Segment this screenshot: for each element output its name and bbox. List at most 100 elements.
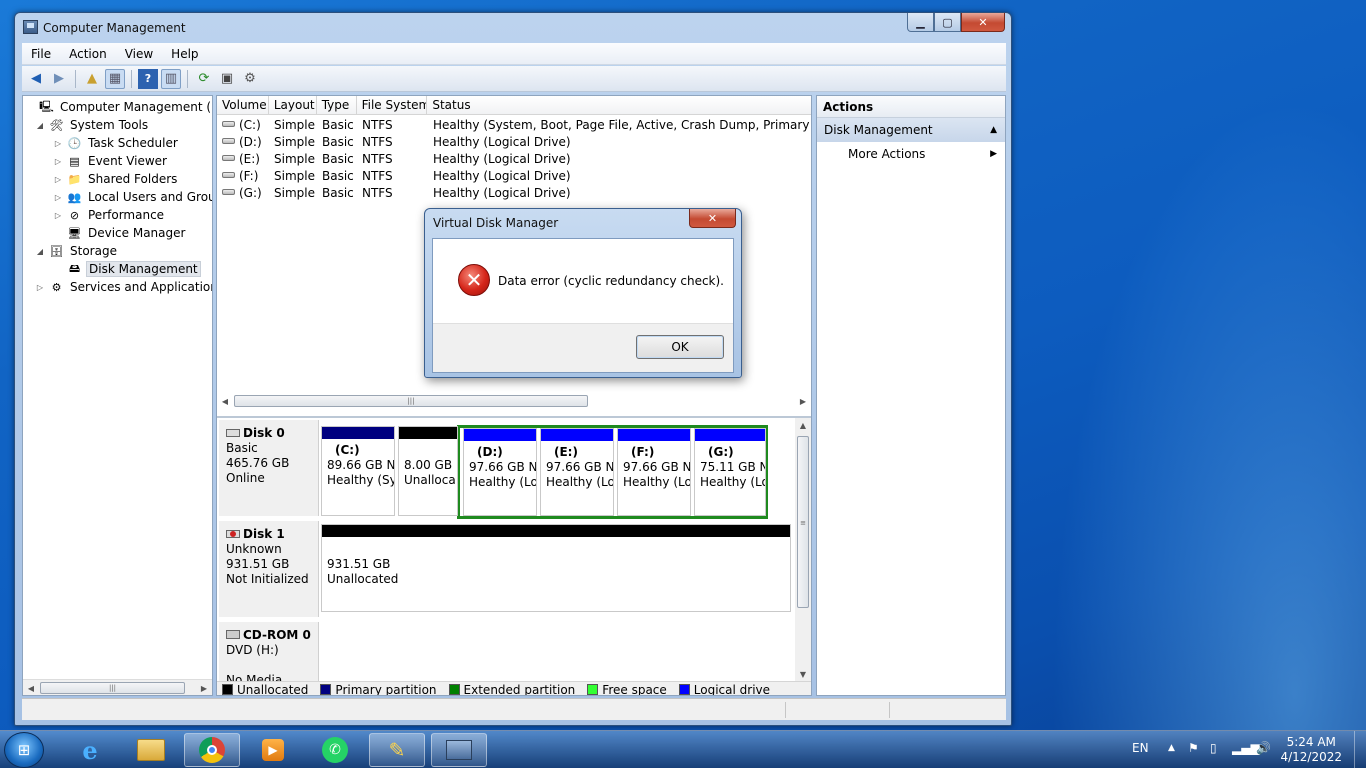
scroll-left-arrow-icon[interactable]: ◀ [217,393,233,409]
action-center-flag-icon[interactable]: ⚑ [1188,741,1199,755]
tree-item-local-users-and-groups[interactable]: ▷ 👥 Local Users and Groups [53,188,212,206]
scrollbar-thumb[interactable]: ||| [40,682,185,694]
scroll-up-arrow-icon[interactable]: ▲ [795,418,811,434]
expand-icon[interactable]: ▷ [53,139,63,148]
tree-item-task-scheduler[interactable]: ▷ 🕒 Task Scheduler [53,134,180,152]
volume-icon[interactable]: 🔊 [1256,741,1271,755]
tree-item-computer-management-local[interactable]: 🖳 Computer Management (Local [25,98,212,116]
disk-0-label[interactable]: Disk 0 Basic 465.76 GB Online [219,420,319,516]
column-header-type[interactable]: Type [317,96,357,114]
volume-cell-layout: Simple [269,117,317,134]
dialog-title: Virtual Disk Manager [433,216,559,230]
show-hide-tree-icon[interactable]: ▦ [105,68,125,89]
disk-0-partition-e[interactable]: (E:)97.66 GB NTHealthy (Lo [540,428,614,516]
disk-0-partition-f[interactable]: (F:)97.66 GB NTHealthy (Lo [617,428,691,516]
disk-0-partition-c[interactable]: (C:)89.66 GB NTHealthy (Sy [321,426,395,516]
disk-view-vertical-scrollbar[interactable]: ▲ ≡ ▼ [795,418,811,683]
taskbar: ⊞ e ▶ ✆ ✎ EN ▲ ⚑ ▯ ▂▄▆ 🔊 5:24 AM 4/12/20… [0,730,1366,768]
refresh-icon[interactable]: ⟳ [194,69,214,89]
menu-help[interactable]: Help [162,47,207,61]
scrollbar-thumb[interactable]: ≡ [797,436,809,608]
forward-arrow-icon[interactable]: ▶ [49,69,69,89]
disk-1-unallocated-partition[interactable]: 931.51 GB Unallocated [321,524,791,612]
menu-view[interactable]: View [116,47,162,61]
volume-row[interactable]: (G:) Simple Basic NTFS Healthy (Logical Driv… [217,185,811,202]
volume-cell-status: Healthy (System, Boot, Page File, Active… [428,117,811,134]
volume-row[interactable]: (F:) Simple Basic NTFS Healthy (Logical Driv… [217,168,811,185]
up-folder-icon[interactable]: ▲ [82,69,102,89]
title-bar[interactable]: Computer Management ▁ ▢ ✕ [15,13,1011,41]
show-desktop-button[interactable] [1354,731,1366,768]
dialog-close-button[interactable]: ✕ [689,209,736,228]
safely-remove-hardware-icon[interactable]: ▯ [1210,741,1217,755]
help-icon[interactable]: ? [138,68,158,89]
taskbar-media-player[interactable]: ▶ [245,733,301,767]
volume-cell-file-system: NTFS [357,168,428,185]
volume-row[interactable]: (D:) Simple Basic NTFS Healthy (Logical Driv… [217,134,811,151]
start-button[interactable]: ⊞ [4,732,44,768]
column-header-volume[interactable]: Volume [217,96,269,114]
clock[interactable]: 5:24 AM 4/12/2022 [1280,735,1342,765]
scroll-right-arrow-icon[interactable]: ▶ [795,393,811,409]
volume-row[interactable]: (C:) Simple Basic NTFS Healthy (System, Boot… [217,117,811,134]
volume-cell-file-system: NTFS [357,134,428,151]
column-header-layout[interactable]: Layout [269,96,317,114]
taskbar-computer-management[interactable] [431,733,487,767]
scrollbar-thumb[interactable]: ||| [234,395,588,407]
tree-item-shared-folders[interactable]: ▷ 📁 Shared Folders [53,170,179,188]
collapse-icon[interactable]: ◢ [35,247,45,256]
tree-item-device-manager[interactable]: 🖥 Device Manager [53,224,187,242]
expand-icon[interactable]: ▷ [53,211,63,220]
collapse-up-icon[interactable]: ▲ [990,118,997,142]
disk-0-partition-unallocated[interactable]: 8.00 GB Unalloca [398,426,458,516]
tree-item-disk-management[interactable]: 🖴 Disk Management [53,260,201,278]
tree-item-system-tools[interactable]: ◢ 🛠 System Tools [35,116,150,134]
menu-action[interactable]: Action [60,47,116,61]
dialog-button-bar: OK [433,323,733,372]
column-header-status[interactable]: Status [427,96,811,114]
taskbar-file-explorer[interactable] [123,733,179,767]
actions-section-disk-management[interactable]: Disk Management ▲ [817,118,1005,142]
column-header-file-system[interactable]: File System [357,96,428,114]
partition-legend: Unallocated Primary partition Extended par… [217,681,811,695]
show-hidden-icons-icon[interactable]: ▲ [1168,743,1175,753]
partition-size: 75.11 GB NT [700,460,765,474]
maximize-button[interactable]: ▢ [934,13,961,32]
menu-file[interactable]: File [22,47,60,61]
expand-icon[interactable]: ▷ [53,193,63,202]
taskbar-internet-explorer[interactable]: e [62,733,118,767]
disk-0-partition-g[interactable]: (G:)75.11 GB NTHealthy (Lo [694,428,766,516]
close-button[interactable]: ✕ [961,13,1005,32]
taskbar-chrome[interactable] [184,733,240,767]
expand-icon[interactable]: ▷ [53,175,63,184]
show-hide-action-pane-icon[interactable]: ▥ [161,68,181,89]
volume-cell-text: Simple [274,169,315,183]
cdrom-0-label[interactable]: CD-ROM 0 DVD (H:) No Media [219,622,319,687]
tree-item-storage[interactable]: ◢ 🗄 Storage [35,242,119,260]
scroll-right-arrow-icon[interactable]: ▶ [196,680,212,695]
tree-horizontal-scrollbar[interactable]: ◀ ||| ▶ [23,679,212,695]
minimize-button[interactable]: ▁ [907,13,934,32]
scroll-left-arrow-icon[interactable]: ◀ [23,680,39,695]
language-indicator[interactable]: EN [1132,741,1149,755]
properties-icon[interactable]: ▣ [217,69,237,89]
disk-1-label[interactable]: Disk 1 Unknown 931.51 GB Not Initialized [219,521,319,617]
taskbar-whatsapp[interactable]: ✆ [307,733,363,767]
tree-item-performance[interactable]: ▷ ⊘ Performance [53,206,166,224]
expand-icon[interactable]: ▷ [35,283,45,292]
collapse-icon[interactable]: ◢ [35,121,45,130]
tools-icon: 🛠 [49,118,64,132]
volume-row[interactable]: (E:) Simple Basic NTFS Healthy (Logical Driv… [217,151,811,168]
expand-icon[interactable]: ▷ [53,157,63,166]
rescan-disks-icon[interactable]: ⚙ [240,69,260,89]
more-actions-item[interactable]: More Actions ▶ [817,142,1005,166]
volume-list-horizontal-scrollbar[interactable]: ◀ ||| ▶ [217,393,811,409]
volume-cell-volume: (F:) [217,168,269,185]
ok-button[interactable]: OK [636,335,724,359]
tree-item-services-and-applications[interactable]: ▷ ⚙ Services and Applications [35,278,212,296]
volume-cell-text: Simple [274,118,315,132]
back-arrow-icon[interactable]: ◀ [26,69,46,89]
tree-item-event-viewer[interactable]: ▷ ▤ Event Viewer [53,152,169,170]
taskbar-tools-app[interactable]: ✎ [369,733,425,767]
disk-0-partition-d[interactable]: (D:) 97.66 GB N Healthy (Lo [463,428,537,516]
